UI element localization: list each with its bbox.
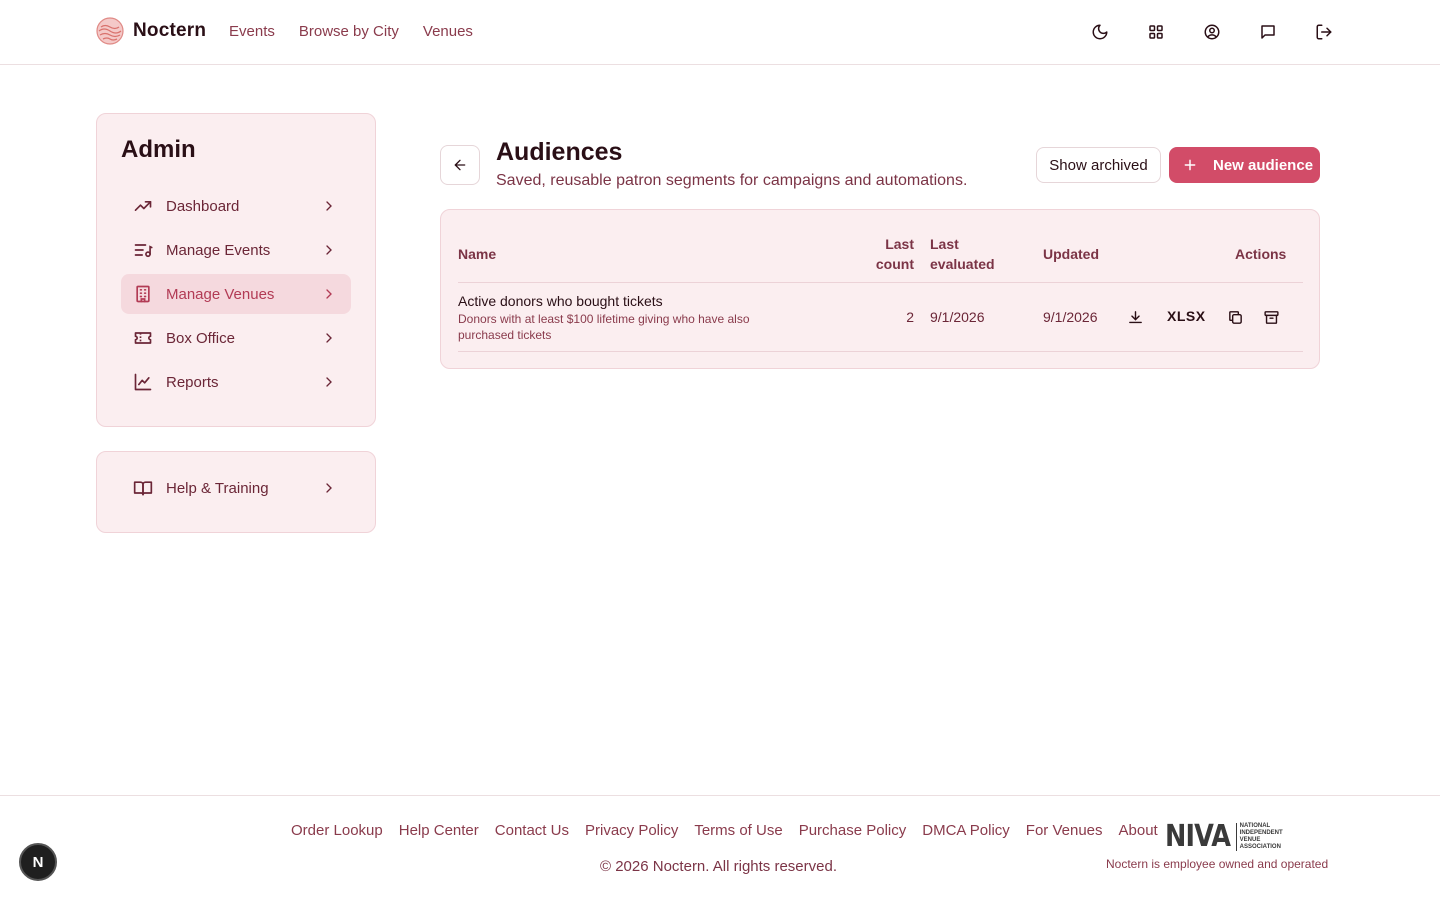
logout-icon[interactable] bbox=[1312, 20, 1336, 44]
sidebar-item-label: Reports bbox=[166, 373, 219, 391]
col-header-name: Name bbox=[458, 246, 497, 262]
chart-line-icon bbox=[133, 372, 153, 392]
sidebar-item-help-training[interactable]: Help & Training bbox=[121, 468, 351, 508]
sidebar-item-manage-venues[interactable]: Manage Venues bbox=[121, 274, 351, 314]
col-header-last-evaluated: Last evaluated bbox=[930, 236, 995, 272]
main-nav: Events Browse by City Venues bbox=[229, 23, 473, 40]
chevron-right-icon bbox=[321, 330, 337, 346]
brand[interactable]: Noctern bbox=[96, 17, 206, 45]
row-divider bbox=[458, 351, 1303, 352]
footer-links: Order Lookup Help Center Contact Us Priv… bbox=[291, 822, 1158, 839]
new-audience-label: New audience bbox=[1213, 156, 1314, 174]
niva-logo[interactable]: NIVA NATIONAL INDEPENDENT VENUE ASSOCIATION bbox=[1165, 822, 1283, 852]
footer-link-for-venues[interactable]: For Venues bbox=[1026, 822, 1103, 839]
sidebar-item-box-office[interactable]: Box Office bbox=[121, 318, 351, 358]
sidebar-item-label: Help & Training bbox=[166, 479, 269, 497]
employee-owned-note: Noctern is employee owned and operated bbox=[1106, 857, 1329, 871]
show-archived-button[interactable]: Show archived bbox=[1036, 147, 1161, 183]
col-header-updated: Updated bbox=[1043, 246, 1099, 262]
sidebar-title: Admin bbox=[121, 136, 196, 163]
sidebar-item-manage-events[interactable]: Manage Events bbox=[121, 230, 351, 270]
audience-last-evaluated: 9/1/2026 bbox=[930, 309, 985, 325]
audience-name[interactable]: Active donors who bought tickets bbox=[458, 293, 663, 309]
footer-link-privacy-policy[interactable]: Privacy Policy bbox=[585, 822, 678, 839]
chevron-right-icon bbox=[321, 286, 337, 302]
sidebar-item-label: Manage Venues bbox=[166, 285, 275, 303]
trending-up-icon bbox=[133, 196, 153, 216]
audience-description: Donors with at least $100 lifetime givin… bbox=[458, 312, 750, 342]
chevron-right-icon bbox=[321, 374, 337, 390]
archive-icon[interactable] bbox=[1261, 307, 1281, 327]
copyright: © 2026 Noctern. All rights reserved. bbox=[600, 858, 837, 875]
export-xlsx-button[interactable]: XLSX bbox=[1167, 308, 1206, 324]
footer-link-contact-us[interactable]: Contact Us bbox=[495, 822, 569, 839]
sidebar-item-dashboard[interactable]: Dashboard bbox=[121, 186, 351, 226]
footer-link-order-lookup[interactable]: Order Lookup bbox=[291, 822, 383, 839]
chat-icon[interactable] bbox=[1256, 20, 1280, 44]
ticket-icon bbox=[133, 328, 153, 348]
audiences-table: Name Last count Last evaluated Updated A… bbox=[440, 209, 1320, 369]
footer: Order Lookup Help Center Contact Us Priv… bbox=[0, 795, 1440, 900]
nav-venues[interactable]: Venues bbox=[423, 23, 473, 40]
building-icon bbox=[133, 284, 153, 304]
top-navbar: Noctern Events Browse by City Venues bbox=[0, 0, 1440, 65]
nav-events[interactable]: Events bbox=[229, 23, 275, 40]
back-button[interactable] bbox=[440, 145, 480, 185]
brand-name: Noctern bbox=[133, 20, 207, 41]
download-icon[interactable] bbox=[1125, 307, 1145, 327]
footer-link-about[interactable]: About bbox=[1119, 822, 1158, 839]
grid-icon[interactable] bbox=[1144, 20, 1168, 44]
brand-logo-icon bbox=[96, 17, 124, 45]
footer-link-terms-of-use[interactable]: Terms of Use bbox=[694, 822, 782, 839]
chevron-right-icon bbox=[321, 480, 337, 496]
sidebar-item-label: Dashboard bbox=[166, 197, 240, 215]
col-header-actions: Actions bbox=[1235, 246, 1287, 262]
chevron-right-icon bbox=[321, 242, 337, 258]
page-title: Audiences bbox=[496, 138, 623, 166]
help-sidebar: Help & Training bbox=[96, 451, 376, 533]
moon-icon[interactable] bbox=[1088, 20, 1112, 44]
sidebar-item-reports[interactable]: Reports bbox=[121, 362, 351, 402]
new-audience-button[interactable]: New audience bbox=[1169, 147, 1320, 183]
sidebar-item-label: Manage Events bbox=[166, 241, 271, 259]
page-subtitle: Saved, reusable patron segments for camp… bbox=[496, 172, 968, 189]
audience-updated: 9/1/2026 bbox=[1043, 309, 1098, 325]
footer-link-dmca-policy[interactable]: DMCA Policy bbox=[922, 822, 1010, 839]
plus-icon bbox=[1183, 158, 1197, 172]
list-music-icon bbox=[133, 240, 153, 260]
arrow-left-icon bbox=[452, 157, 468, 173]
header-divider bbox=[458, 282, 1303, 283]
footer-link-purchase-policy[interactable]: Purchase Policy bbox=[799, 822, 907, 839]
nav-browse-by-city[interactable]: Browse by City bbox=[299, 23, 399, 40]
book-icon bbox=[133, 478, 153, 498]
header-actions bbox=[1088, 20, 1336, 44]
admin-sidebar: Admin Dashboard Manage Events Manage Ven… bbox=[96, 113, 376, 427]
dev-tools-badge[interactable]: N bbox=[19, 843, 57, 881]
sidebar-item-label: Box Office bbox=[166, 329, 235, 347]
audience-last-count: 2 bbox=[906, 309, 914, 325]
duplicate-icon[interactable] bbox=[1225, 307, 1245, 327]
col-header-last-count: Last count bbox=[875, 236, 914, 272]
chevron-right-icon bbox=[321, 198, 337, 214]
footer-link-help-center[interactable]: Help Center bbox=[399, 822, 479, 839]
account-icon[interactable] bbox=[1200, 20, 1224, 44]
